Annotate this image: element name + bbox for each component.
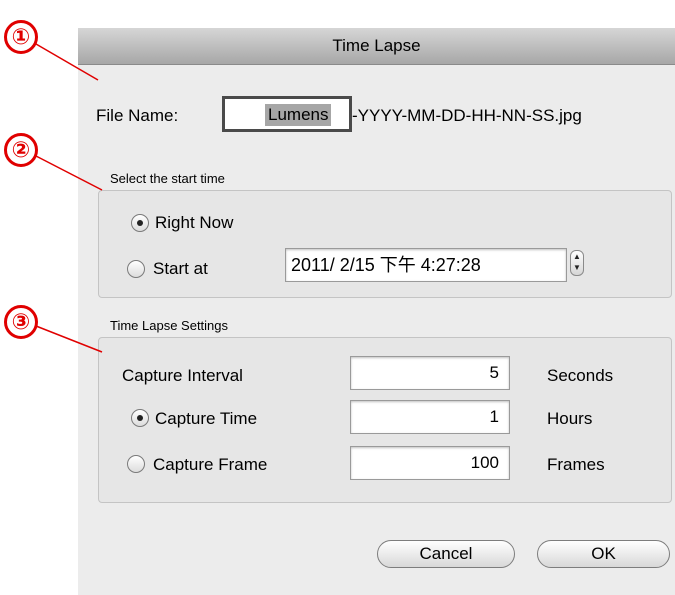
capture-frame-radio[interactable]: [127, 455, 145, 473]
capture-frame-label[interactable]: Capture Frame: [153, 455, 267, 475]
annotation-3: ③: [4, 305, 38, 339]
capture-frame-input[interactable]: 100: [350, 446, 510, 480]
annotation-1: ①: [4, 20, 38, 54]
capture-time-input[interactable]: 1: [350, 400, 510, 434]
start-time-group-label: Select the start time: [110, 171, 225, 186]
capture-interval-unit: Seconds: [547, 366, 614, 385]
right-now-radio[interactable]: [131, 214, 149, 232]
start-at-radio[interactable]: [127, 260, 145, 278]
capture-time-label[interactable]: Capture Time: [155, 409, 257, 429]
capture-interval-label: Capture Interval: [122, 366, 243, 385]
settings-group-label: Time Lapse Settings: [110, 318, 229, 333]
start-at-label[interactable]: Start at: [153, 259, 208, 279]
file-name-value: Lumens: [265, 104, 332, 126]
annotation-2: ②: [4, 133, 38, 167]
file-name-label: File Name:: [96, 106, 179, 125]
right-now-label[interactable]: Right Now: [155, 213, 233, 233]
capture-time-unit: Hours: [547, 409, 593, 428]
cancel-button[interactable]: Cancel: [377, 540, 515, 568]
capture-interval-input[interactable]: 5: [350, 356, 510, 390]
capture-frame-unit: Frames: [547, 455, 605, 474]
stepper-down-icon[interactable]: ▼: [571, 262, 583, 273]
datetime-stepper[interactable]: ▲ ▼: [570, 250, 584, 276]
ok-button[interactable]: OK: [537, 540, 670, 568]
stepper-up-icon[interactable]: ▲: [571, 251, 583, 262]
start-datetime-field[interactable]: 2011/ 2/15 下午 4:27:28: [285, 248, 567, 282]
file-name-input[interactable]: Lumens: [222, 96, 352, 132]
capture-time-radio[interactable]: [131, 409, 149, 427]
window-title[interactable]: Time Lapse: [78, 28, 675, 65]
file-name-suffix: -YYYY-MM-DD-HH-NN-SS.jpg: [352, 106, 582, 125]
